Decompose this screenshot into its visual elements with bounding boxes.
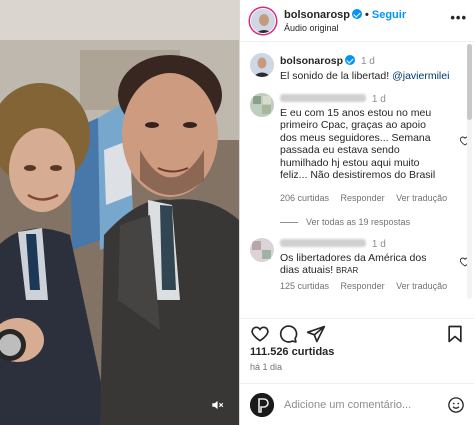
caption-text: El sonido de la libertad!: [280, 70, 393, 82]
mute-button[interactable]: [208, 396, 226, 414]
comment-likes[interactable]: 206 curtidas: [280, 193, 329, 203]
post-timestamp: há 1 dia: [250, 362, 283, 372]
commenter-avatar[interactable]: [250, 238, 274, 262]
comment-time: 1 d: [371, 94, 386, 105]
commenter-avatar-blurred: [250, 238, 274, 262]
commenter-avatar[interactable]: [250, 93, 274, 117]
view-replies-label: Ver todas as 19 respostas: [306, 217, 411, 227]
caption-mention[interactable]: @javiermilei: [392, 70, 449, 82]
replies-divider: [280, 221, 298, 223]
comment-translate-button[interactable]: Ver tradução: [396, 193, 447, 203]
author-avatar-image: [251, 9, 275, 33]
comment-time: 1 d: [371, 239, 386, 250]
comment-reply-button[interactable]: Responder: [341, 193, 385, 203]
current-user-avatar: [250, 393, 274, 417]
comment-input[interactable]: [284, 396, 434, 414]
comment-icon[interactable]: [278, 324, 298, 344]
caption-time: 1 d: [360, 56, 375, 67]
caption-avatar[interactable]: [250, 53, 274, 77]
audio-link[interactable]: Áudio original: [284, 23, 339, 33]
heart-icon[interactable]: [250, 324, 270, 344]
post-video[interactable]: [0, 0, 239, 425]
author-avatar[interactable]: [250, 8, 276, 34]
bookmark-icon[interactable]: [445, 324, 465, 344]
flag-emoji-text: BRAR: [336, 266, 359, 275]
caption-avatar-image: [250, 53, 274, 77]
comment-translate-button[interactable]: Ver tradução: [396, 281, 447, 291]
commenter-username-blurred[interactable]: [280, 239, 366, 247]
view-replies-button[interactable]: Ver todas as 19 respostas: [280, 217, 410, 227]
comment-reply-button[interactable]: Responder: [341, 281, 385, 291]
current-user-avatar-image: [250, 393, 274, 417]
commenter-username-blurred[interactable]: [280, 94, 366, 102]
post-header: bolsonarosp • Seguir Áudio original •••: [240, 0, 474, 42]
comment-text: E eu com 15 anos estou no meu primeiro C…: [280, 106, 436, 182]
post-details-panel: bolsonarosp • Seguir Áudio original ••• bo…: [239, 0, 474, 425]
share-icon[interactable]: [306, 324, 326, 344]
video-frame: [0, 0, 239, 425]
commenter-avatar-blurred: [250, 93, 274, 117]
caption-username[interactable]: bolsonarosp: [280, 55, 343, 67]
comment-likes[interactable]: 125 curtidas: [280, 281, 329, 291]
author-username[interactable]: bolsonarosp: [284, 9, 350, 21]
comments-section[interactable]: bolsonarosp 1 d El sonido de la libertad…: [240, 43, 474, 303]
like-count[interactable]: 111.526 curtidas: [250, 346, 334, 358]
comments-scrollbar[interactable]: [467, 44, 472, 299]
smile-icon[interactable]: [447, 396, 465, 414]
action-bar: [240, 318, 474, 344]
verified-badge-icon: [352, 9, 363, 19]
verified-badge-icon: [345, 55, 356, 65]
add-comment-bar: [240, 383, 474, 425]
scrollbar-thumb[interactable]: [467, 44, 472, 120]
mute-icon: [212, 400, 224, 410]
follow-button[interactable]: Seguir: [372, 9, 406, 21]
more-options-button[interactable]: •••: [450, 10, 467, 25]
